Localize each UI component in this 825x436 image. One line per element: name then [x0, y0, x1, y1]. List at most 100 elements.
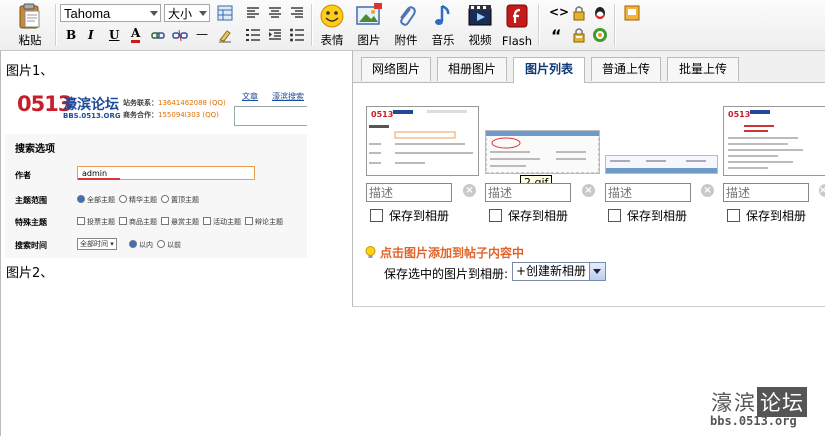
special-option-goods: 商品主题: [119, 217, 157, 227]
tab-batch-upload[interactable]: 批量上传: [667, 57, 739, 81]
delete-icon[interactable]: ×: [463, 184, 476, 197]
unlink-icon[interactable]: [172, 27, 188, 43]
emoji-button[interactable]: 表情: [316, 0, 348, 48]
music-button[interactable]: 音乐: [427, 0, 459, 48]
qq-icon[interactable]: [592, 5, 608, 21]
business-value: 155094I303 (QQ): [158, 111, 219, 119]
search-link: 濠滨搜索: [272, 92, 304, 101]
image-button[interactable]: 图片: [353, 0, 385, 48]
italic-button[interactable]: I: [88, 28, 94, 42]
image-description-input[interactable]: [723, 183, 809, 202]
underline-button[interactable]: U: [109, 28, 119, 42]
size-select[interactable]: 大小: [164, 4, 210, 22]
chevron-down-icon: [199, 11, 207, 16]
red-underline-annotation: [78, 178, 120, 180]
image-description-input[interactable]: [485, 183, 571, 202]
album-select-value: +创建新相册: [516, 264, 587, 278]
attachment-button[interactable]: 附件: [390, 0, 422, 48]
chevron-down-icon: [589, 263, 605, 280]
table-icon[interactable]: [217, 5, 233, 21]
image-2-label: 图片2、: [6, 266, 54, 281]
video-icon: [468, 5, 492, 26]
checkbox-icon: [489, 209, 502, 222]
watermark-url: bbs.0513.org: [710, 414, 797, 428]
thumbnail-preview: [606, 156, 717, 173]
image-thumbnail[interactable]: 0513: [723, 106, 825, 176]
author-label: 作者: [15, 171, 31, 180]
smiley-icon: [320, 4, 344, 28]
image-label: 图片: [357, 33, 381, 47]
font-color-button[interactable]: A: [131, 27, 141, 43]
save-to-album-checkbox[interactable]: 保存到相册: [608, 207, 687, 224]
watermark-brand: 濠滨: [711, 391, 757, 415]
album-select-label: 保存选中的图片到相册:: [384, 267, 509, 281]
align-right-icon[interactable]: [289, 5, 305, 21]
delete-icon[interactable]: ×: [701, 184, 714, 197]
image-description-input[interactable]: [366, 183, 452, 202]
scope-option-digest: 精华主题: [119, 195, 157, 205]
contact-value: 13641462088 (QQ): [158, 99, 226, 107]
image-thumbnail[interactable]: 0513: [366, 106, 479, 176]
scope-option-all: 全部主题: [77, 195, 115, 205]
thumbnail-preview: 0513: [724, 107, 825, 175]
image-thumbnail[interactable]: [605, 155, 718, 174]
tab-web-image[interactable]: 网络图片: [361, 57, 431, 81]
size-select-value: 大小: [168, 7, 193, 21]
video-button[interactable]: 视频: [464, 0, 496, 48]
clipboard-icon: [19, 3, 40, 29]
special-option-reward: 悬赏主题: [161, 217, 199, 227]
font-select-value: Tahoma: [64, 6, 111, 21]
indent-icon[interactable]: [267, 27, 283, 43]
article-link: 文章: [242, 92, 258, 101]
album-select[interactable]: +创建新相册: [512, 262, 606, 281]
fullscreen-icon[interactable]: [624, 5, 640, 21]
tab-image-list[interactable]: 图片列表: [513, 57, 585, 83]
hide-content-icon[interactable]: [571, 27, 587, 43]
insert-hint-text: 点击图片添加到帖子内容中: [380, 246, 525, 260]
tab-album-image[interactable]: 相册图片: [437, 57, 507, 81]
wangwang-icon[interactable]: [592, 27, 608, 43]
clear-format-icon[interactable]: [217, 27, 233, 43]
music-label: 音乐: [431, 33, 455, 47]
music-note-icon: [435, 4, 450, 25]
unordered-list-icon[interactable]: [289, 27, 305, 43]
business-line: 商务合作：155094I303 (QQ): [123, 110, 219, 120]
time-option-within: 以内: [129, 240, 153, 250]
image-thumbnail[interactable]: [485, 130, 600, 174]
save-to-album-checkbox[interactable]: 保存到相册: [370, 207, 449, 224]
link-icon[interactable]: [150, 27, 166, 43]
flash-label: Flash: [501, 34, 533, 48]
font-select[interactable]: Tahoma: [60, 4, 161, 22]
editor-content-area[interactable]: 图片1、 0513 濠滨论坛 BBS.0513.ORG 站务联系：1364146…: [0, 51, 353, 436]
emoji-label: 表情: [320, 33, 344, 47]
ordered-list-icon[interactable]: [245, 27, 261, 43]
lock-icon[interactable]: [571, 5, 587, 21]
align-center-icon[interactable]: [267, 5, 283, 21]
thumbnail-preview: [486, 131, 599, 173]
image-description-input[interactable]: [605, 183, 691, 202]
screenshot-header: 0513 濠滨论坛 BBS.0513.ORG 站务联系：13641462088 …: [5, 82, 307, 134]
image-upload-panel: 网络图片 相册图片 图片列表 普通上传 批量上传 0513 0513 描述 × …: [352, 51, 825, 307]
save-to-album-checkbox[interactable]: 保存到相册: [727, 207, 806, 224]
save-to-album-checkbox[interactable]: 保存到相册: [489, 207, 568, 224]
special-option-poll: 投票主题: [77, 217, 115, 227]
tab-normal-upload[interactable]: 普通上传: [591, 57, 661, 81]
horizontal-rule-button[interactable]: —: [196, 27, 208, 41]
align-left-icon[interactable]: [245, 5, 261, 21]
flash-button[interactable]: Flash: [501, 0, 533, 48]
checkbox-label: 保存到相册: [627, 209, 688, 223]
checkbox-label: 保存到相册: [389, 209, 450, 223]
tab-label: 相册图片: [447, 62, 496, 76]
toolbar-divider: [538, 4, 540, 46]
panel-tab-bar: 网络图片 相册图片 图片列表 普通上传 批量上传: [353, 51, 825, 83]
bold-button[interactable]: B: [66, 28, 76, 42]
quote-button[interactable]: “: [551, 26, 562, 45]
flash-icon: [506, 4, 528, 28]
code-button[interactable]: <>: [549, 5, 569, 19]
contact-line: 站务联系：13641462088 (QQ): [123, 98, 226, 108]
tab-label: 图片列表: [524, 62, 573, 76]
paste-button[interactable]: 粘贴: [12, 0, 48, 48]
attachment-label: 附件: [394, 33, 418, 47]
delete-icon[interactable]: ×: [582, 184, 595, 197]
delete-icon[interactable]: ×: [819, 184, 825, 197]
